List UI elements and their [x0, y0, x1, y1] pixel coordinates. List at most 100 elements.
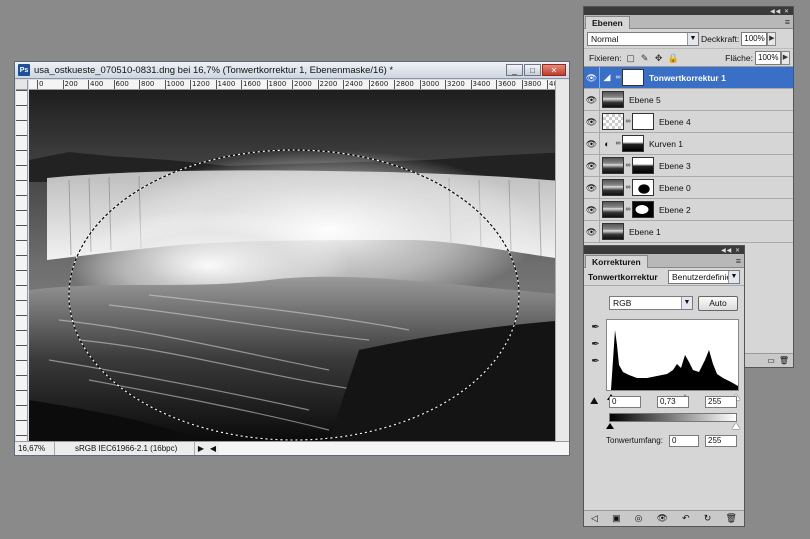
visibility-icon[interactable]: 👁 [657, 513, 668, 524]
black-point-eyedropper-icon[interactable]: ✒ [590, 322, 601, 333]
eye-icon[interactable]: 👁 [584, 88, 600, 111]
output-black-slider[interactable] [606, 423, 614, 429]
ruler-tick [16, 225, 27, 240]
lock-transparency-icon[interactable]: ▢ [626, 53, 636, 63]
tab-layers[interactable]: Ebenen [585, 16, 630, 29]
ruler-tick [16, 90, 27, 105]
layer-row[interactable]: 👁 ∞ Ebene 0 [584, 176, 793, 199]
input-gamma-field[interactable]: 0,73 [657, 396, 689, 408]
blend-mode-select[interactable]: Normal ▼ [587, 31, 699, 46]
fill-field[interactable]: 100% [755, 50, 781, 65]
ruler-tick [16, 270, 27, 285]
layer-thumbnail [602, 179, 624, 196]
fill-label: Fläche: [725, 52, 753, 63]
layer-row[interactable]: 👁 ∞ Ebene 3 [584, 154, 793, 177]
maximize-button[interactable]: □ [524, 64, 541, 76]
fill-slider-arrow-icon[interactable]: ▶ [781, 50, 790, 65]
eye-icon[interactable]: 👁 [584, 154, 600, 177]
trash-icon[interactable]: 🗑 [725, 513, 736, 524]
vertical-scrollbar[interactable] [555, 80, 569, 442]
view-previous-icon[interactable]: ↶ [682, 513, 690, 524]
ruler-tick: 3600 [496, 80, 516, 89]
eye-icon[interactable]: 👁 [584, 220, 600, 243]
horizontal-ruler[interactable]: 0 200 400 600 800 1000 1200 1400 1600 1800 2000 220… [29, 80, 569, 90]
zoom-level[interactable]: 16,67% [15, 442, 55, 455]
ruler-tick [16, 420, 27, 435]
lock-all-icon[interactable]: 🔒 [668, 53, 679, 63]
lock-position-icon[interactable]: ✥ [654, 53, 664, 63]
link-icon[interactable]: ∞ [624, 118, 632, 125]
opacity-slider-arrow-icon[interactable]: ▶ [767, 31, 777, 46]
link-icon[interactable]: ∞ [624, 184, 632, 191]
layer-mask-thumbnail[interactable] [622, 69, 644, 86]
lock-pixels-icon[interactable]: ✎ [640, 53, 650, 63]
layer-mask-thumbnail[interactable] [632, 179, 654, 196]
white-point-eyedropper-icon[interactable]: ✒ [590, 356, 601, 367]
eye-icon[interactable]: 👁 [584, 198, 600, 221]
minimize-button[interactable]: _ [506, 64, 523, 76]
output-levels-label: Tonwertumfang: [606, 436, 663, 445]
layer-row[interactable]: 👁 ∞ Ebene 2 [584, 198, 793, 221]
horizontal-scrollbar[interactable] [219, 442, 569, 455]
opacity-field[interactable]: 100% [741, 31, 768, 46]
preset-select[interactable]: Benutzerdefiniert ▼ [668, 269, 740, 284]
document-titlebar[interactable]: Ps usa_ostkueste_070510-0831.dng bei 16,… [15, 62, 569, 79]
layer-name: Ebene 1 [629, 226, 661, 237]
chevron-down-icon: ▼ [728, 270, 739, 283]
layer-thumbnail [602, 201, 624, 218]
layer-mask-thumbnail[interactable] [622, 135, 644, 152]
panel-collapse-bar[interactable]: ◀◀ ✕ [584, 246, 744, 254]
chevron-down-icon: ▼ [681, 297, 692, 309]
expand-view-icon[interactable]: ▣ [612, 513, 621, 524]
close-button[interactable]: ✕ [542, 64, 566, 76]
layer-mask-thumbnail[interactable] [632, 113, 654, 130]
ruler-tick: 1000 [164, 80, 185, 89]
link-icon[interactable]: ∞ [614, 140, 622, 147]
eye-icon[interactable]: 👁 [584, 132, 600, 155]
input-white-field[interactable]: 255 [705, 396, 737, 408]
panel-menu-icon[interactable]: ≡ [785, 17, 790, 27]
link-icon[interactable]: ∞ [624, 162, 632, 169]
reset-icon[interactable]: ↻ [704, 513, 712, 524]
ruler-tick: 1600 [241, 80, 261, 89]
link-icon[interactable]: ∞ [624, 206, 632, 213]
channel-select[interactable]: RGB ▼ [609, 296, 693, 310]
layer-row[interactable]: 👁 Ebene 1 [584, 220, 793, 243]
layer-mask-thumbnail[interactable] [632, 157, 654, 174]
histogram [606, 319, 739, 391]
auto-button[interactable]: Auto [698, 296, 738, 311]
ruler-tick: 0 [37, 80, 44, 89]
back-arrow-icon[interactable]: ◁ [591, 513, 598, 524]
layer-row[interactable]: 👁 ◢ ∞ Tonwertkorrektur 1 [584, 66, 793, 89]
image-canvas[interactable] [29, 90, 569, 442]
status-menu-arrow-icon[interactable]: ▶ [195, 444, 207, 453]
panel-collapse-bar[interactable]: ◀◀ ✕ [584, 7, 793, 15]
gray-point-eyedropper-icon[interactable]: ✒ [590, 339, 601, 350]
eye-icon[interactable]: 👁 [584, 110, 600, 133]
clip-to-layer-icon[interactable]: ◎ [635, 513, 643, 524]
layer-row[interactable]: 👁 ◐ ∞ Kurven 1 [584, 132, 793, 155]
eye-icon[interactable]: 👁 [584, 176, 600, 199]
ruler-tick: 3200 [445, 80, 465, 89]
scroll-left-icon[interactable]: ◀ [207, 444, 219, 453]
output-white-slider[interactable] [732, 423, 740, 429]
layer-row[interactable]: 👁 ∞ Ebene 4 [584, 110, 793, 133]
tab-corrections[interactable]: Korrekturen [585, 255, 648, 268]
layer-row[interactable]: 👁 Ebene 5 [584, 88, 793, 111]
vertical-ruler[interactable] [16, 90, 28, 442]
ruler-tick [16, 240, 27, 255]
status-bar: 16,67% sRGB IEC61966-2.1 (16bpc) ▶ ◀ [15, 441, 569, 455]
ruler-tick [16, 105, 27, 120]
panel-menu-icon[interactable]: ≡ [736, 256, 741, 266]
layer-thumbnail [602, 157, 624, 174]
clipping-preview-icon[interactable]: ⛰ [590, 396, 598, 407]
output-black-field[interactable]: 0 [669, 435, 699, 447]
layer-mask-thumbnail[interactable] [632, 201, 654, 218]
input-black-field[interactable]: 0 [609, 396, 641, 408]
link-icon[interactable]: ∞ [614, 74, 622, 81]
eye-icon[interactable]: 👁 [584, 66, 600, 89]
new-layer-icon[interactable]: ▭ [767, 356, 775, 365]
ruler-origin[interactable] [16, 80, 28, 90]
trash-icon[interactable]: 🗑 [779, 356, 789, 365]
output-white-field[interactable]: 255 [705, 435, 737, 447]
